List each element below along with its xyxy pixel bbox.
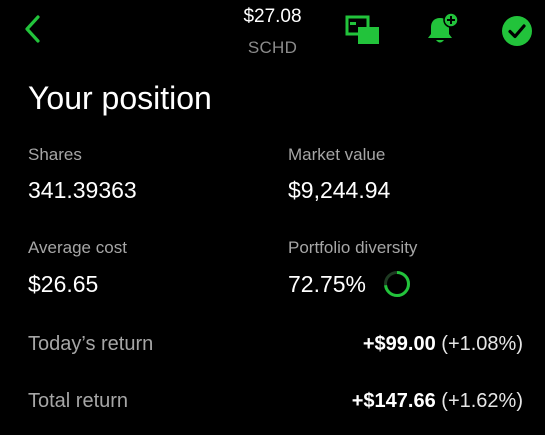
picture-in-picture-button[interactable]	[345, 14, 381, 46]
todays-return-percent: (+1.08%)	[441, 333, 523, 355]
diversity-ring-icon[interactable]	[383, 270, 411, 298]
shares-value: 341.39363	[28, 177, 137, 203]
add-alert-bell-icon	[428, 12, 459, 43]
todays-return-label: Today’s return	[28, 333, 154, 355]
picture-in-picture-icon	[345, 15, 379, 44]
total-return-percent: (+1.62%)	[441, 390, 523, 412]
portfolio-diversity-label: Portfolio diversity	[288, 238, 418, 257]
ticker-symbol: SCHD	[247, 38, 298, 57]
owned-checkmark-button[interactable]	[500, 14, 534, 48]
top-bar: $27.08 SCHD	[0, 0, 545, 66]
todays-return-value: +$99.00 (+1.08%)	[363, 333, 523, 356]
add-alert-button[interactable]	[424, 12, 460, 46]
total-return-amount: +$147.66	[351, 390, 436, 412]
checkmark-circle-icon	[502, 16, 532, 46]
shares-label: Shares	[28, 145, 82, 164]
portfolio-diversity-value: 72.75%	[288, 271, 367, 297]
market-value-value: $9,244.94	[288, 177, 391, 203]
market-value-label: Market value	[288, 145, 386, 164]
total-return-value: +$147.66 (+1.62%)	[352, 390, 523, 413]
total-return-label: Total return	[28, 390, 129, 412]
section-title: Your position	[28, 80, 212, 116]
average-cost-label: Average cost	[28, 238, 127, 257]
todays-return-amount: +$99.00	[362, 333, 436, 355]
current-price: $27.08	[243, 6, 302, 27]
average-cost-value: $26.65	[28, 271, 99, 297]
